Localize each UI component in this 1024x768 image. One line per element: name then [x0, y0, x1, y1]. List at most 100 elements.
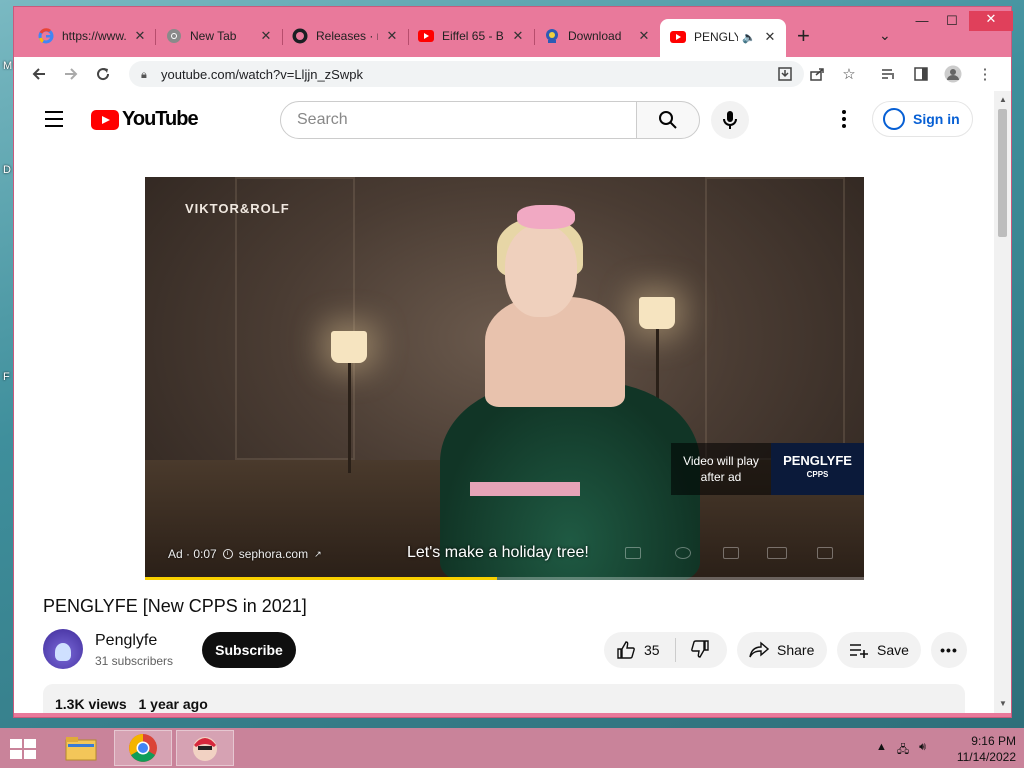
next-video-thumbnail[interactable]: PENGLYFE CPPS — [771, 443, 864, 495]
miniplayer-icon[interactable] — [723, 547, 739, 559]
network-icon[interactable]: 🖧︎ — [897, 741, 909, 760]
close-tab-icon[interactable]: ✕ — [636, 28, 652, 44]
video-will-play-after-ad[interactable]: Video will play after ad — [671, 443, 771, 495]
video-title: PENGLYFE [New CPPS in 2021] — [43, 596, 307, 616]
chrome-taskbar-icon[interactable] — [114, 730, 172, 766]
page-scrollbar[interactable]: ▲ ▼ — [994, 91, 1011, 713]
desktop-icon-label[interactable]: F — [3, 371, 10, 383]
subscriber-count: 31 subscribers — [95, 654, 174, 668]
profile-icon[interactable] — [944, 65, 962, 83]
ad-progress-fill — [145, 577, 498, 580]
share-button[interactable]: Share — [737, 632, 827, 668]
search-button[interactable] — [636, 101, 700, 139]
scrollbar-thumb[interactable] — [998, 109, 1007, 237]
volume-icon[interactable]: 🔊︎ — [919, 741, 926, 760]
video-scene — [348, 363, 351, 473]
youtube-logo[interactable]: YouTube — [91, 108, 199, 131]
fullscreen-icon[interactable] — [817, 547, 833, 559]
thumbnail-title: PENGLYFE — [783, 453, 852, 468]
search-icon — [659, 111, 677, 129]
account-icon — [883, 108, 905, 130]
share-label: Share — [777, 642, 815, 658]
install-icon[interactable] — [776, 65, 794, 83]
voice-search-button[interactable] — [711, 101, 749, 139]
maximize-button[interactable]: ☐ — [934, 13, 970, 31]
new-tab-button[interactable]: + — [797, 25, 810, 47]
game-app-icon[interactable] — [176, 730, 234, 766]
ad-link[interactable]: sephora.com — [239, 547, 308, 561]
video-scene — [235, 177, 355, 460]
close-tab-icon[interactable]: ✕ — [258, 28, 274, 44]
side-panel-icon[interactable] — [912, 65, 930, 83]
forward-icon[interactable] — [62, 65, 80, 83]
bookmark-star-icon[interactable]: ☆ — [840, 65, 858, 83]
file-explorer-icon[interactable] — [52, 730, 110, 766]
captions-icon[interactable] — [625, 547, 641, 559]
video-scene — [505, 225, 577, 317]
settings-more-icon[interactable] — [834, 107, 854, 131]
upload-age: 1 year ago — [138, 696, 208, 712]
ad-progress-bar[interactable] — [145, 577, 864, 580]
tab-title: Download — [568, 29, 622, 43]
tab-google[interactable]: https://www. ✕ — [28, 21, 156, 51]
reading-list-icon[interactable] — [879, 65, 897, 83]
sign-in-button[interactable]: Sign in — [872, 101, 973, 137]
scroll-up-icon[interactable]: ▲ — [999, 95, 1007, 104]
dislike-button[interactable] — [676, 639, 710, 662]
windows-start-icon[interactable] — [10, 739, 38, 761]
settings-gear-icon[interactable] — [675, 547, 691, 559]
microphone-icon — [723, 111, 737, 129]
back-icon[interactable] — [30, 65, 48, 83]
like-dislike-group: 35 — [604, 632, 727, 668]
video-player[interactable]: VIKTOR&ROLF Ad · 0:07 i sephora.com ↗ Le… — [145, 177, 864, 580]
page-viewport: YouTube Search Sign in VIKTOR&ROLF Ad · … — [14, 91, 994, 713]
like-button[interactable]: 35 — [604, 638, 676, 662]
tab-download[interactable]: Download ✕ — [534, 21, 660, 51]
ad-info-icon[interactable]: i — [222, 549, 233, 559]
browser-menu-icon[interactable]: ⋮ — [976, 65, 994, 83]
playlist-add-icon — [850, 644, 868, 658]
save-button[interactable]: Save — [837, 632, 921, 668]
close-tab-icon[interactable]: ✕ — [510, 28, 526, 44]
tab-title: Eiffel 65 - B — [442, 29, 504, 43]
search-input[interactable]: Search — [280, 101, 637, 139]
tab-eiffel-65[interactable]: Eiffel 65 - B ✕ — [408, 21, 534, 51]
tab-title: PENGLY — [694, 30, 739, 44]
more-actions-button[interactable]: ••• — [931, 632, 967, 668]
hamburger-menu-icon[interactable] — [45, 111, 63, 132]
save-label: Save — [877, 642, 909, 658]
like-count: 35 — [644, 642, 660, 658]
clock-time: 9:16 PM — [971, 734, 1016, 748]
tab-search-chevron-icon[interactable]: ⌄ — [879, 27, 891, 44]
address-bar[interactable]: 🔒︎ youtube.com/watch?v=Lljjn_zSwpk — [129, 61, 804, 87]
external-link-icon: ↗ — [314, 548, 322, 559]
tab-releases[interactable]: Releases · n ✕ — [282, 21, 408, 51]
desktop-icon-label[interactable]: D — [3, 164, 11, 176]
share-icon[interactable] — [808, 65, 826, 83]
speaker-icon[interactable]: 🔈 — [742, 31, 756, 44]
thumbs-down-icon — [691, 639, 709, 658]
subscribe-button[interactable]: Subscribe — [202, 632, 296, 668]
close-tab-icon[interactable]: ✕ — [384, 28, 400, 44]
tab-strip: https://www. ✕ New Tab ✕ Releases · n ✕ — [14, 7, 1013, 59]
avatar[interactable] — [43, 629, 83, 669]
channel-name[interactable]: Penglyfe — [95, 632, 157, 650]
clock[interactable]: 9:16 PM 11/14/2022 — [940, 733, 1016, 765]
url-text: youtube.com/watch?v=Lljjn_zSwpk — [161, 66, 363, 82]
scroll-down-icon[interactable]: ▼ — [999, 699, 1007, 708]
description-box[interactable]: 1.3K views 1 year ago — [43, 684, 965, 713]
show-hidden-icons-chevron-icon[interactable]: ▲ — [876, 741, 887, 760]
video-caption: Let's make a holiday tree! — [407, 544, 589, 561]
close-window-button[interactable]: ✕ — [969, 11, 1013, 31]
youtube-logo-text: YouTube — [122, 108, 199, 130]
ad-info: Ad · 0:07 i sephora.com ↗ — [168, 547, 322, 561]
desktop-icon-label[interactable]: M — [3, 60, 12, 72]
close-tab-icon[interactable]: ✕ — [132, 28, 148, 44]
close-tab-icon[interactable]: ✕ — [762, 29, 778, 45]
tab-new-tab[interactable]: New Tab ✕ — [156, 21, 282, 51]
reload-icon[interactable] — [94, 65, 112, 83]
theater-mode-icon[interactable] — [767, 547, 787, 559]
lock-icon[interactable]: 🔒︎ — [141, 69, 151, 81]
tab-penglyfe[interactable]: PENGLY 🔈 ✕ — [660, 19, 786, 59]
view-count: 1.3K views — [55, 696, 127, 712]
